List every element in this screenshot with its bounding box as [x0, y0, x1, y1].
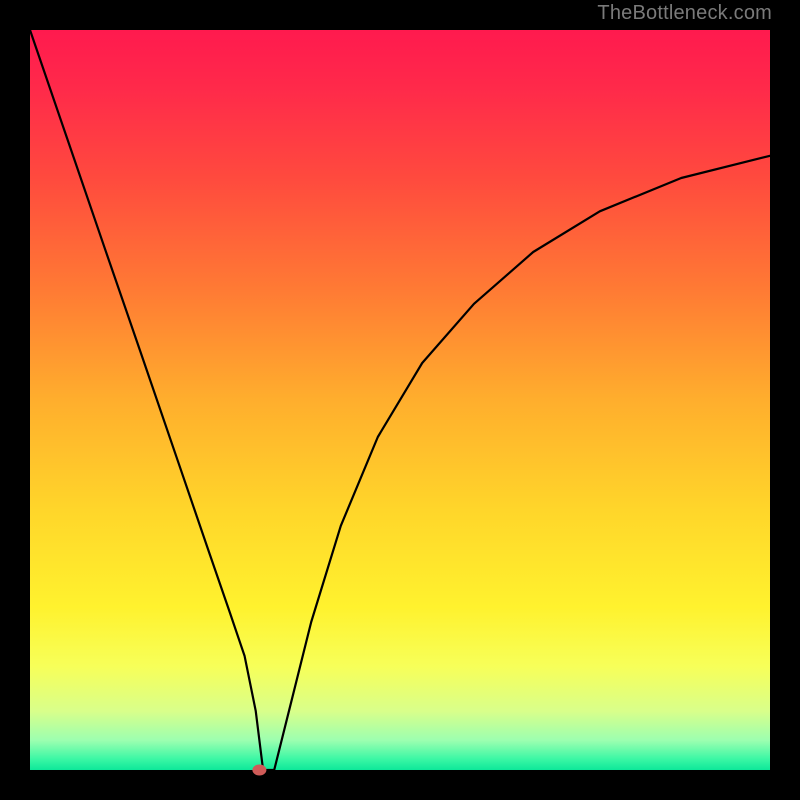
chart-frame: TheBottleneck.com — [0, 0, 800, 800]
optimal-point-marker — [252, 765, 266, 776]
watermark-text: TheBottleneck.com — [597, 2, 772, 25]
chart-svg — [0, 0, 800, 800]
